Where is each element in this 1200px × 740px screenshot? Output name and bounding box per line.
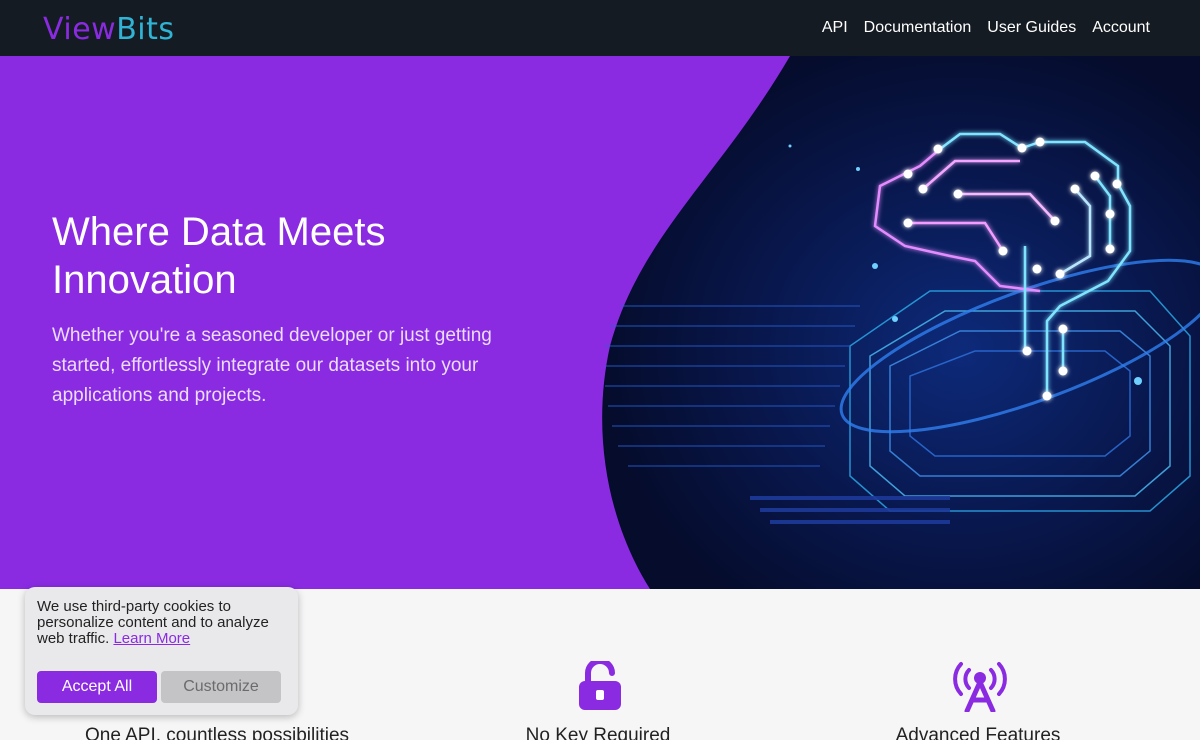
viewbits-logo[interactable]: ViewBits	[43, 10, 175, 50]
learn-more-link[interactable]: Learn More	[113, 630, 190, 647]
nav-link-documentation[interactable]: Documentation	[864, 19, 972, 37]
feature-label-no-key: No Key Required	[525, 725, 671, 740]
nav-link-account[interactable]: Account	[1092, 19, 1150, 37]
hero-subtitle: Whether you're a seasoned developer or j…	[52, 325, 492, 406]
nav-link-user-guides[interactable]: User Guides	[987, 19, 1076, 37]
feature-label-advanced: Advanced Features	[895, 725, 1061, 740]
logo-text-view: View	[43, 12, 117, 47]
cookie-consent-banner: We use third-party cookies to personaliz…	[25, 587, 298, 715]
hero-section: Where Data Meets Innovation Whether you'…	[0, 56, 1200, 589]
cookie-message: We use third-party cookies to personaliz…	[37, 599, 292, 647]
customize-button[interactable]: Customize	[161, 671, 281, 703]
broadcast-tower-icon	[951, 660, 1009, 717]
nav-link-api[interactable]: API	[822, 19, 848, 37]
nav-links: API Documentation User Guides Account	[822, 0, 1150, 56]
logo-text-bits: Bits	[116, 12, 175, 47]
accept-all-button[interactable]: Accept All	[37, 671, 157, 703]
hero-title: Where Data Meets Innovation	[52, 210, 386, 302]
top-navbar: ViewBits API Documentation User Guides A…	[0, 0, 1200, 56]
unlock-icon	[578, 658, 622, 716]
feature-label-api: One API, countless possibilities	[84, 725, 350, 740]
